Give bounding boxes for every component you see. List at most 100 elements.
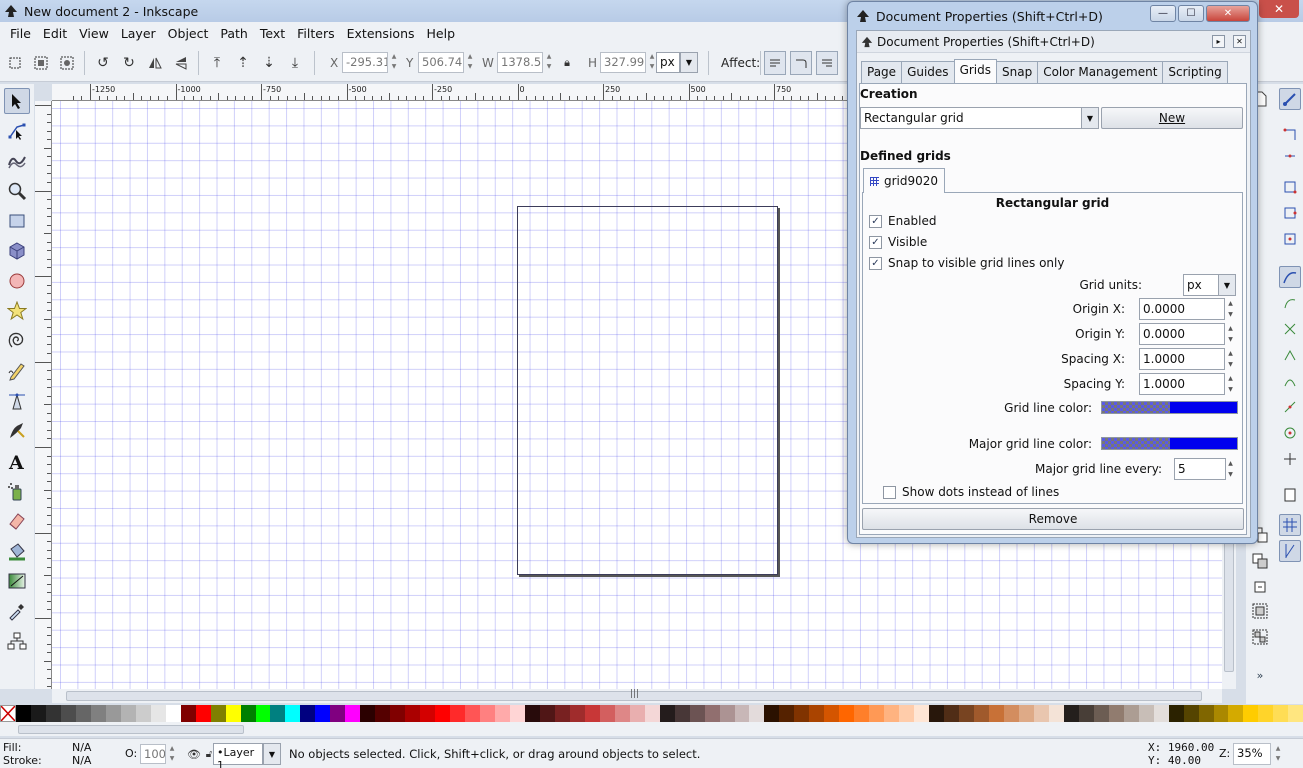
raise-to-top-icon[interactable]: ⤒ bbox=[206, 52, 228, 74]
palette-swatch[interactable] bbox=[30, 705, 46, 722]
palette-swatch[interactable] bbox=[554, 705, 570, 722]
more-commands-icon[interactable]: » bbox=[1249, 664, 1271, 686]
tab-color-management[interactable]: Color Management bbox=[1037, 61, 1164, 83]
menu-layer[interactable]: Layer bbox=[115, 26, 162, 41]
stroke-value[interactable]: N/A bbox=[72, 754, 91, 767]
w-spinner[interactable]: ▲ ▼ bbox=[544, 52, 554, 73]
palette-swatch[interactable] bbox=[839, 705, 855, 722]
grid-tab[interactable]: grid9020 bbox=[863, 168, 946, 193]
x-field[interactable]: -295.319 bbox=[342, 52, 388, 73]
snap-bbox-midpoint-icon[interactable] bbox=[1279, 202, 1301, 224]
major-every-field[interactable]: 5 bbox=[1174, 458, 1226, 480]
affect-gradients-icon[interactable] bbox=[816, 51, 838, 75]
select-all-layers-icon[interactable] bbox=[30, 52, 52, 74]
raise-icon[interactable]: ⇡ bbox=[232, 52, 254, 74]
palette-swatch[interactable] bbox=[345, 705, 361, 722]
origin-x-spinner[interactable]: ▲ ▼ bbox=[1226, 298, 1235, 320]
palette-swatch[interactable] bbox=[1048, 705, 1064, 722]
palette-swatch[interactable] bbox=[255, 705, 271, 722]
dialog-close-icon[interactable]: ✕ bbox=[1206, 5, 1250, 22]
palette-swatch[interactable] bbox=[764, 705, 780, 722]
show-dots-checkbox[interactable] bbox=[883, 485, 896, 499]
fill-value[interactable]: N/A bbox=[72, 741, 91, 754]
no-paint-swatch[interactable] bbox=[0, 705, 16, 722]
group-icon[interactable] bbox=[1249, 600, 1271, 622]
select-all-icon[interactable] bbox=[4, 52, 26, 74]
palette-swatch[interactable] bbox=[1198, 705, 1214, 722]
vertical-ruler[interactable] bbox=[35, 101, 52, 689]
palette-swatch[interactable] bbox=[1138, 705, 1154, 722]
grid-units-dropdown-arrow[interactable]: ▼ bbox=[1218, 274, 1236, 296]
menu-text[interactable]: Text bbox=[254, 26, 291, 41]
tweak-tool-icon[interactable] bbox=[4, 148, 30, 174]
y-field[interactable]: 506.742 bbox=[418, 52, 464, 73]
new-grid-button[interactable]: New bbox=[1101, 107, 1243, 129]
star-tool-icon[interactable] bbox=[4, 298, 30, 324]
unit-select[interactable]: px bbox=[656, 52, 680, 73]
minimize-icon[interactable]: — bbox=[1150, 5, 1176, 22]
menu-view[interactable]: View bbox=[73, 26, 115, 41]
palette-swatch[interactable] bbox=[1228, 705, 1244, 722]
palette-swatch[interactable] bbox=[465, 705, 481, 722]
connector-tool-icon[interactable] bbox=[4, 628, 30, 654]
rectangle-tool-icon[interactable] bbox=[4, 208, 30, 234]
spacing-x-spinner[interactable]: ▲ ▼ bbox=[1226, 348, 1235, 370]
palette-swatch[interactable] bbox=[60, 705, 76, 722]
layer-dropdown-arrow[interactable]: ▼ bbox=[263, 743, 281, 765]
calligraphy-tool-icon[interactable] bbox=[4, 418, 30, 444]
palette-swatch[interactable] bbox=[704, 705, 720, 722]
palette-swatch[interactable] bbox=[1288, 705, 1303, 722]
palette-swatch[interactable] bbox=[330, 705, 346, 722]
spacing-y-spinner[interactable]: ▲ ▼ bbox=[1226, 373, 1235, 395]
w-field[interactable]: 1378.55 bbox=[497, 52, 543, 73]
palette-swatch[interactable] bbox=[779, 705, 795, 722]
palette-swatch[interactable] bbox=[674, 705, 690, 722]
palette-swatch[interactable] bbox=[450, 705, 466, 722]
menu-extensions[interactable]: Extensions bbox=[341, 26, 421, 41]
zoom-tool-icon[interactable] bbox=[4, 178, 30, 204]
palette-swatch[interactable] bbox=[629, 705, 645, 722]
spray-tool-icon[interactable] bbox=[4, 478, 30, 504]
palette-swatch[interactable] bbox=[614, 705, 630, 722]
palette-swatch[interactable] bbox=[809, 705, 825, 722]
snap-paths-icon[interactable] bbox=[1279, 292, 1301, 314]
snap-midpoints-icon[interactable] bbox=[1279, 396, 1301, 418]
palette-swatch[interactable] bbox=[315, 705, 331, 722]
grid-type-select[interactable]: Rectangular grid bbox=[860, 107, 1082, 129]
zoom-field[interactable]: 35% bbox=[1233, 743, 1271, 765]
palette-swatch[interactable] bbox=[1018, 705, 1034, 722]
pencil-tool-icon[interactable] bbox=[4, 358, 30, 384]
palette-swatch[interactable] bbox=[135, 705, 151, 722]
palette-swatch[interactable] bbox=[1093, 705, 1109, 722]
palette-swatch[interactable] bbox=[210, 705, 226, 722]
palette-swatch[interactable] bbox=[1033, 705, 1049, 722]
palette-swatch[interactable] bbox=[300, 705, 316, 722]
x-spinner[interactable]: ▲ ▼ bbox=[389, 52, 399, 73]
tab-snap[interactable]: Snap bbox=[996, 61, 1039, 83]
palette-swatch[interactable] bbox=[749, 705, 765, 722]
unlink-clone-icon[interactable] bbox=[1249, 576, 1271, 598]
snap-object-centers-icon[interactable] bbox=[1279, 422, 1301, 444]
y-spinner[interactable]: ▲ ▼ bbox=[465, 52, 475, 73]
palette-swatch[interactable] bbox=[1003, 705, 1019, 722]
major-every-spinner[interactable]: ▲ ▼ bbox=[1226, 458, 1235, 480]
palette-swatch[interactable] bbox=[285, 705, 301, 722]
snap-intersections-icon[interactable] bbox=[1279, 318, 1301, 340]
snap-bbox-icon[interactable] bbox=[1279, 124, 1301, 146]
origin-y-field[interactable]: 0.0000 bbox=[1139, 323, 1225, 345]
tab-guides[interactable]: Guides bbox=[901, 61, 955, 83]
menu-filters[interactable]: Filters bbox=[291, 26, 340, 41]
enabled-checkbox-row[interactable]: ✓ Enabled bbox=[869, 214, 937, 228]
palette-swatch[interactable] bbox=[90, 705, 106, 722]
snap-visible-checkbox[interactable]: ✓ bbox=[869, 256, 882, 270]
rotate-ccw-icon[interactable]: ↺ bbox=[92, 52, 114, 74]
zoom-spinner[interactable]: ▲ ▼ bbox=[1273, 744, 1283, 764]
palette-swatch[interactable] bbox=[495, 705, 510, 722]
snap-toggle-icon[interactable] bbox=[1279, 88, 1301, 110]
palette-swatch[interactable] bbox=[120, 705, 136, 722]
palette-swatch[interactable] bbox=[165, 705, 181, 722]
tab-grids[interactable]: Grids bbox=[953, 59, 997, 83]
flip-vertical-icon[interactable] bbox=[170, 52, 192, 74]
palette-swatch[interactable] bbox=[689, 705, 705, 722]
lower-to-bottom-icon[interactable]: ⤓ bbox=[284, 52, 306, 74]
